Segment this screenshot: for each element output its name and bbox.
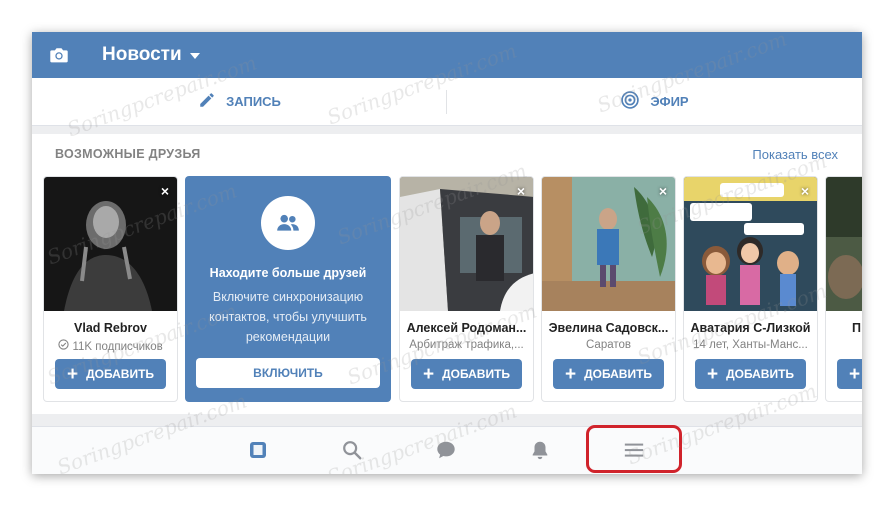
friend-name: Аватария С-Лизкой [690, 321, 811, 335]
add-friend-button[interactable]: + ДОБАВИТЬ [695, 359, 806, 389]
promo-title: Находите больше друзей [209, 266, 367, 280]
add-friend-button[interactable]: + ДОБАВИТЬ [411, 359, 522, 389]
close-icon[interactable]: × [517, 183, 525, 199]
friend-name: Эвелина Садовск... [548, 321, 669, 335]
divider [446, 90, 447, 114]
add-friend-button[interactable]: + ДОБАВИТЬ [55, 359, 166, 389]
chevron-down-icon [189, 53, 200, 59]
menu-tab[interactable] [622, 440, 646, 464]
live-button[interactable]: ЭФИР [447, 78, 862, 125]
friend-subtitle: 14 лет, Ханты-Манс... [693, 339, 808, 351]
top-bar: Новости [32, 32, 862, 78]
friend-name: Алексей Родоман... [406, 321, 527, 335]
friend-subtitle: Саратов [585, 339, 631, 351]
friend-card[interactable]: × Эвелина Садовск... Саратов + ДОБАВИТЬ [541, 176, 676, 402]
messages-tab[interactable] [434, 440, 458, 464]
search-tab[interactable] [340, 440, 364, 464]
plus-icon: + [848, 363, 861, 385]
close-icon[interactable]: × [659, 183, 667, 199]
live-broadcast-icon [620, 90, 640, 113]
plus-icon: + [564, 363, 577, 385]
close-icon[interactable]: × [801, 183, 809, 199]
menu-icon [623, 439, 645, 466]
plus-icon: + [706, 363, 719, 385]
friend-photo [684, 177, 817, 311]
add-friend-label: ДОБАВИТЬ [726, 367, 795, 381]
section-heading: ВОЗМОЖНЫЕ ДРУЗЬЯ [55, 147, 201, 161]
friend-photo [400, 177, 533, 311]
app-window: Новости ЗАПИСЬ ЭФИР ВОЗМОЖНЫЕ ДРУЗЬЯ Пок… [32, 32, 862, 474]
add-friend-button[interactable]: + ДОБАВИТЬ [553, 359, 664, 389]
friend-card[interactable]: × Аватария С-Лизкой 14 лет, Ханты-Манс..… [683, 176, 818, 402]
write-post-button[interactable]: ЗАПИСЬ [32, 78, 447, 125]
camera-icon[interactable] [48, 44, 70, 66]
messages-icon [435, 439, 457, 466]
add-friend-button[interactable]: + ДОБАВИТЬ [837, 359, 862, 389]
search-icon [341, 439, 363, 466]
find-friends-promo: Находите больше друзей Включите синхрони… [185, 176, 391, 402]
add-friend-label: ДОБАВИТЬ [584, 367, 653, 381]
live-label: ЭФИР [650, 94, 689, 109]
page-title: Новости [102, 44, 182, 65]
friend-subtitle: 11K подписчиков [72, 341, 163, 353]
friend-name: Vlad Rebrov [74, 321, 147, 335]
friend-subtitle: Арбитраж трафика,... [409, 339, 524, 351]
add-friend-label: ДОБАВИТЬ [442, 367, 511, 381]
enable-sync-button[interactable]: ВКЛЮЧИТЬ [196, 358, 380, 388]
plus-icon: + [66, 363, 79, 385]
news-tab[interactable] [246, 440, 270, 464]
notifications-tab[interactable] [528, 440, 552, 464]
write-post-label: ЗАПИСЬ [226, 94, 281, 109]
friend-card[interactable]: × Алексей Родоман... Арбитраж трафика,..… [399, 176, 534, 402]
friend-photo [542, 177, 675, 311]
promo-text: Включите синхронизацию контактов, чтобы … [209, 290, 367, 344]
news-icon [248, 440, 268, 465]
friend-info: 11K подписчиков [44, 339, 177, 353]
friend-photo [826, 177, 862, 311]
bottom-navigation [32, 425, 862, 474]
users-icon [261, 196, 315, 250]
possible-friends-block: ВОЗМОЖНЫЕ ДРУЗЬЯ Показать всех × Vlad Re… [32, 134, 862, 414]
friend-card[interactable]: × Vlad Rebrov 11K подписчиков + ДОБАВИТЬ [43, 176, 178, 402]
feed-selector[interactable]: Новости [102, 32, 200, 78]
add-friend-label: ДОБАВИТЬ [86, 367, 155, 381]
friend-photo [44, 177, 177, 311]
close-icon[interactable]: × [161, 183, 169, 199]
friend-name: П [852, 321, 861, 335]
post-actions: ЗАПИСЬ ЭФИР [32, 78, 862, 126]
show-all-link[interactable]: Показать всех [752, 147, 838, 162]
badge-icon [58, 339, 72, 353]
plus-icon: + [422, 363, 435, 385]
notifications-icon [529, 439, 551, 466]
friend-card[interactable]: П + ДОБАВИТЬ [825, 176, 862, 402]
pencil-icon [198, 91, 216, 112]
